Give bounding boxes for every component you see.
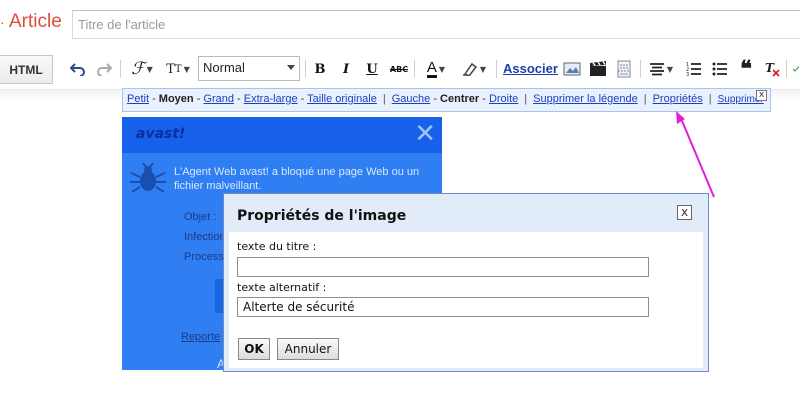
numbered-list-icon[interactable]: 123 (684, 58, 704, 80)
size-original-link[interactable]: Taille originale (307, 93, 377, 105)
page-title: Article (9, 11, 62, 32)
avast-report-link: Reporte (181, 331, 221, 343)
chevron-down-icon (287, 65, 295, 70)
italic-icon[interactable]: I (337, 58, 355, 80)
toolbar-separator (496, 60, 497, 78)
remove-caption-link[interactable]: Supprimer la légende (533, 93, 638, 105)
cancel-button[interactable]: Annuler (277, 338, 339, 360)
underline-icon[interactable]: U (363, 58, 381, 80)
avast-header: avast! ✕ (122, 117, 442, 153)
dialog-body: texte du titre : texte alternatif : OK A… (229, 232, 703, 368)
size-xlarge-link[interactable]: Extra-large (244, 93, 298, 105)
size-large-link[interactable]: Grand (203, 93, 234, 105)
properties-link[interactable]: Propriétés (653, 93, 703, 105)
bulleted-list-icon[interactable] (710, 58, 730, 80)
bug-icon (130, 163, 166, 193)
font-family-icon[interactable]: ℱ ▼ (126, 58, 158, 80)
toolbar-separator (786, 60, 787, 78)
blogger-post-editor: · Article HTML ℱ▼ TT▼ Normal B I U ABC A… (0, 0, 800, 420)
align-right-link[interactable]: Droite (489, 93, 518, 105)
title-text-field[interactable] (237, 257, 649, 277)
html-mode-button[interactable]: HTML (0, 55, 53, 84)
image-properties-dialog: Propriétés de l'image x texte du titre :… (223, 193, 709, 372)
paragraph-format-value: Normal (203, 60, 245, 75)
avast-object-label: Objet : (184, 211, 217, 223)
svg-text:3: 3 (686, 72, 689, 77)
insert-image-icon[interactable] (562, 58, 582, 80)
associate-link[interactable]: Associer (503, 61, 558, 76)
paragraph-format-select[interactable]: Normal (198, 56, 300, 81)
align-icon[interactable]: ▼ (645, 58, 677, 80)
title-bullet: · (0, 14, 5, 30)
highlight-icon[interactable]: ▼ (458, 58, 490, 80)
close-icon[interactable]: x (677, 205, 692, 220)
alt-text-label: texte alternatif : (237, 281, 327, 294)
avast-logo: avast! (136, 126, 186, 142)
size-medium-current[interactable]: Moyen (159, 93, 194, 105)
toolbar-separator (120, 60, 121, 78)
alt-text-field[interactable] (237, 297, 649, 317)
bold-icon[interactable]: B (311, 58, 329, 80)
ok-button[interactable]: OK (238, 338, 270, 360)
close-icon: ✕ (414, 119, 436, 149)
size-small-link[interactable]: Petit (127, 93, 149, 105)
undo-icon[interactable] (68, 58, 88, 80)
text-color-icon[interactable]: A ▼ (420, 58, 452, 80)
dialog-title: Propriétés de l'image (237, 208, 407, 224)
quote-icon[interactable]: ❝ (736, 56, 756, 82)
remove-format-icon[interactable]: T (762, 58, 782, 80)
toolbar-separator (414, 60, 415, 78)
svg-text:T: T (765, 61, 775, 75)
avast-message: L'Agent Web avast! a bloqué une page Web… (174, 166, 420, 192)
insert-jump-break-icon[interactable] (614, 58, 634, 80)
avast-infection-label: Infection (184, 231, 226, 243)
font-size-icon[interactable]: T T ▼ (162, 58, 194, 80)
avast-process-label: Process (184, 251, 224, 263)
align-center-current[interactable]: Centrer (440, 93, 479, 105)
post-title-input[interactable] (72, 10, 800, 39)
image-options-bar: Petit - Moyen - Grand - Extra-large - Ta… (122, 88, 771, 112)
toolbar-separator (640, 60, 641, 78)
title-text-label: texte du titre : (237, 240, 317, 253)
spell-check-icon[interactable] (792, 58, 800, 80)
redo-icon[interactable] (94, 58, 114, 80)
close-icon[interactable]: x (756, 90, 767, 101)
align-left-link[interactable]: Gauche (392, 93, 431, 105)
insert-video-icon[interactable] (588, 58, 608, 80)
strikethrough-icon[interactable]: ABC (387, 58, 411, 80)
toolbar-separator (305, 60, 306, 78)
